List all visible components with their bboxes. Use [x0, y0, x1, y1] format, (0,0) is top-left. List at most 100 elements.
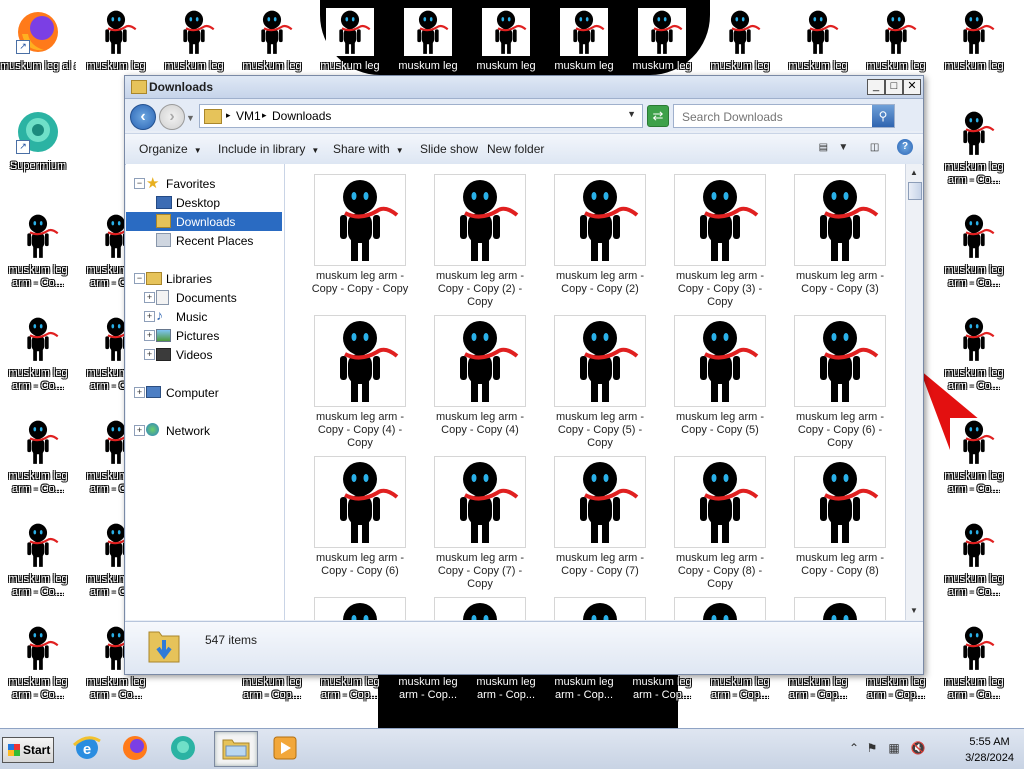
file-item[interactable]: muskum leg arm - Copy - Copy (4)	[425, 315, 535, 455]
expand-icon[interactable]: +	[134, 425, 145, 436]
action-center-flag-icon[interactable]: ⚑	[864, 741, 880, 755]
change-view-icon[interactable]: ▤	[814, 139, 832, 157]
scroll-thumb[interactable]	[908, 182, 922, 200]
explorer-window[interactable]: Downloads _ □ ✕ ‹ › ▼ ▸ VM1 ▸ Downloads …	[124, 75, 924, 675]
file-item[interactable]: muskum leg arm - Copy - Copy - Copy	[305, 174, 415, 314]
preview-pane-icon[interactable]: ◫	[866, 139, 884, 157]
nav-computer[interactable]: + Computer	[126, 383, 282, 402]
desktop-file-icon[interactable]: muskum leg arm - Co...	[0, 212, 76, 312]
nav-downloads[interactable]: Downloads	[126, 212, 282, 231]
desktop-file-icon[interactable]: muskum leg arm - Co...	[0, 521, 76, 621]
forward-button[interactable]: ›	[159, 104, 185, 130]
close-button[interactable]: ✕	[903, 79, 921, 95]
file-item[interactable]: muskum leg arm - Copy - Copy (7) - Copy	[425, 456, 535, 596]
help-icon[interactable]: ?	[897, 139, 913, 155]
scroll-down-icon[interactable]: ▼	[908, 604, 920, 618]
file-item[interactable]	[545, 597, 655, 620]
search-box[interactable]: ⚲	[673, 104, 895, 128]
expand-icon[interactable]: +	[144, 330, 155, 341]
file-item[interactable]: muskum leg arm - Copy - Copy (3)	[785, 174, 895, 314]
desktop-file-icon[interactable]: muskum leg arm - Cop...	[702, 676, 778, 706]
nav-pictures[interactable]: + Pictures	[126, 326, 282, 345]
file-item[interactable]: muskum leg arm - Copy - Copy (7)	[545, 456, 655, 596]
breadcrumb-separator[interactable]: ▸	[226, 110, 231, 121]
desktop-file-icon[interactable]: muskum leg	[936, 8, 1012, 108]
file-item[interactable]: muskum leg arm - Copy - Copy (2) - Copy	[425, 174, 535, 314]
taskbar-supermium[interactable]	[162, 731, 204, 765]
desktop-file-icon[interactable]: muskum leg arm - Co...	[936, 624, 1012, 724]
taskbar-internet-explorer[interactable]: e	[66, 731, 108, 765]
clock[interactable]: 5:55 AM 3/28/2024	[965, 734, 1014, 766]
file-item[interactable]	[305, 597, 415, 620]
desktop-icon-firefox[interactable]: ↗ muskum leg al arm - Copy...	[0, 8, 76, 108]
search-icon[interactable]: ⚲	[872, 105, 894, 127]
file-item[interactable]	[665, 597, 775, 620]
taskbar-media-player[interactable]	[264, 731, 306, 765]
desktop-file-icon[interactable]: muskum leg arm - Cop...	[858, 676, 934, 706]
nav-videos[interactable]: + Videos	[126, 345, 282, 364]
desktop-file-icon[interactable]: muskum leg arm - Cop...	[234, 676, 310, 706]
back-button[interactable]: ‹	[130, 104, 156, 130]
expand-icon[interactable]: +	[134, 387, 145, 398]
file-item[interactable]: muskum leg arm - Copy - Copy (6) - Copy	[785, 315, 895, 455]
desktop-file-icon[interactable]: muskum leg arm - Co...	[936, 109, 1012, 209]
recent-pages-dropdown-icon[interactable]: ▼	[186, 113, 195, 123]
breadcrumb-separator[interactable]: ▸	[262, 110, 267, 121]
desktop-file-icon[interactable]: muskum leg arm - Cop...	[468, 676, 544, 706]
expand-icon[interactable]: +	[144, 349, 155, 360]
file-item[interactable]: muskum leg arm - Copy - Copy (3) - Copy	[665, 174, 775, 314]
show-hidden-icons-icon[interactable]: ⌃	[846, 741, 862, 755]
nav-network[interactable]: + Network	[126, 421, 282, 440]
desktop-file-icon[interactable]: muskum leg arm - Cop...	[312, 676, 388, 706]
desktop-file-icon[interactable]: muskum leg arm - Co...	[0, 418, 76, 518]
search-input[interactable]	[680, 107, 874, 127]
file-item[interactable]: muskum leg arm - Copy - Copy (5) - Copy	[545, 315, 655, 455]
collapse-icon[interactable]: −	[134, 178, 145, 189]
file-item[interactable]: muskum leg arm - Copy - Copy (4) - Copy	[305, 315, 415, 455]
nav-libraries[interactable]: − Libraries	[126, 269, 282, 288]
nav-favorites[interactable]: − ★ Favorites	[126, 174, 282, 193]
slide-show-button[interactable]: Slide show	[420, 142, 478, 156]
start-button[interactable]: Start	[2, 737, 54, 763]
file-item[interactable]: muskum leg arm - Copy - Copy (8)	[785, 456, 895, 596]
maximize-button[interactable]: □	[885, 79, 903, 95]
file-item[interactable]: muskum leg arm - Copy - Copy (2)	[545, 174, 655, 314]
expand-icon[interactable]: +	[144, 292, 155, 303]
nav-desktop[interactable]: Desktop	[126, 193, 282, 212]
desktop-file-icon[interactable]: muskum leg arm - Co...	[0, 624, 76, 724]
nav-documents[interactable]: + Documents	[126, 288, 282, 307]
desktop-icon-supermium[interactable]: ↗ Supermium	[0, 108, 76, 208]
vertical-scrollbar[interactable]: ▲ ▼	[905, 164, 922, 620]
desktop-file-icon[interactable]: muskum leg arm - Co...	[936, 418, 1012, 518]
view-dropdown-icon[interactable]: ▼	[834, 139, 852, 157]
scroll-up-icon[interactable]: ▲	[908, 166, 920, 180]
organize-menu[interactable]: Organize ▼	[139, 142, 202, 156]
volume-muted-icon[interactable]: 🔇	[910, 741, 926, 755]
collapse-icon[interactable]: −	[134, 273, 145, 284]
taskbar-explorer[interactable]	[214, 731, 258, 767]
title-bar[interactable]: Downloads _ □ ✕	[125, 76, 923, 99]
nav-music[interactable]: + ♪ Music	[126, 307, 282, 326]
refresh-button[interactable]: ⇄	[647, 105, 669, 127]
desktop-file-icon[interactable]: muskum leg arm - Cop...	[390, 676, 466, 706]
file-item[interactable]: muskum leg arm - Copy - Copy (5)	[665, 315, 775, 455]
desktop-file-icon[interactable]: muskum leg arm - Co...	[936, 521, 1012, 621]
new-folder-button[interactable]: New folder	[487, 142, 544, 156]
desktop-file-icon[interactable]: muskum leg arm - Cop...	[546, 676, 622, 706]
address-bar[interactable]: ▸ VM1 ▸ Downloads ▼	[199, 104, 643, 128]
share-with-menu[interactable]: Share with ▼	[333, 142, 404, 156]
breadcrumb-downloads[interactable]: Downloads	[272, 109, 331, 123]
file-item[interactable]	[785, 597, 895, 620]
file-item[interactable]: muskum leg arm - Copy - Copy (6)	[305, 456, 415, 596]
file-item[interactable]	[425, 597, 535, 620]
desktop-file-icon[interactable]: muskum leg arm - Co...	[0, 315, 76, 415]
expand-icon[interactable]: +	[144, 311, 155, 322]
include-in-library-menu[interactable]: Include in library ▼	[218, 142, 319, 156]
address-dropdown-icon[interactable]: ▼	[627, 109, 636, 119]
network-tray-icon[interactable]: ▦	[886, 741, 902, 755]
desktop-file-icon[interactable]: muskum leg arm - Co...	[936, 315, 1012, 415]
file-item[interactable]: muskum leg arm - Copy - Copy (8) - Copy	[665, 456, 775, 596]
desktop-file-icon[interactable]: muskum leg arm - Cop...	[624, 676, 700, 706]
taskbar-firefox[interactable]	[114, 731, 156, 765]
desktop-file-icon[interactable]: muskum leg arm - Co...	[936, 212, 1012, 312]
